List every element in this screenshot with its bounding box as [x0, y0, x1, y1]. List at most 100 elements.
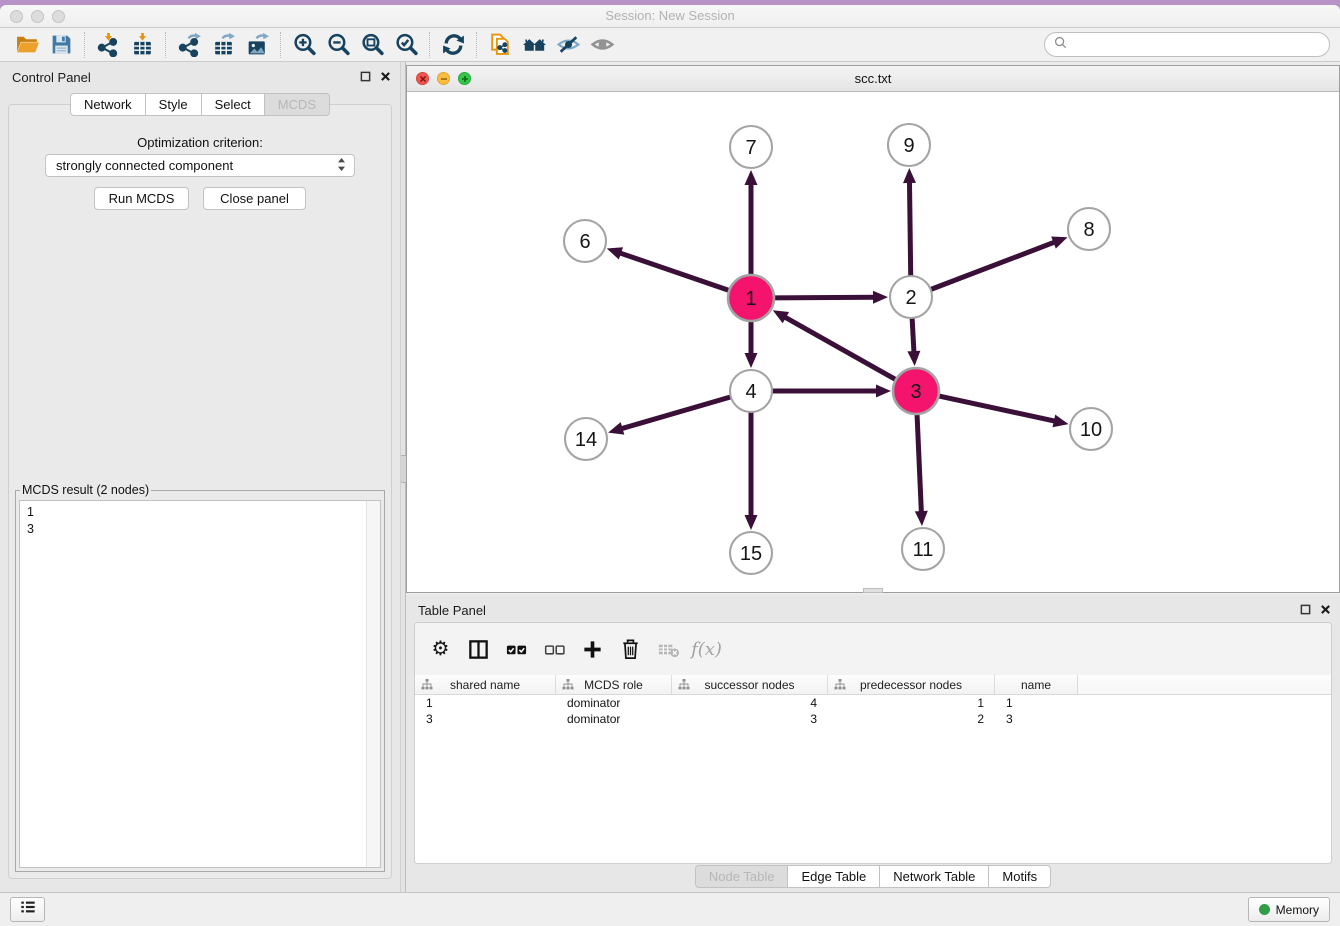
graph-edge-1-2[interactable]	[774, 297, 875, 298]
table-cell[interactable]: 4	[672, 696, 828, 710]
zoom-in-icon[interactable]	[287, 31, 321, 59]
result-scrollbar[interactable]	[366, 501, 380, 867]
export-network-icon[interactable]	[172, 31, 206, 59]
open-session-icon[interactable]	[10, 31, 44, 59]
edge-arrowhead	[1051, 236, 1067, 248]
mcds-result-group: MCDS result (2 nodes) 13	[15, 483, 385, 872]
network-overview-icon[interactable]	[517, 31, 551, 59]
minimize-network-button[interactable]	[437, 72, 450, 85]
minimize-window-button[interactable]	[31, 10, 44, 23]
toggle-columns-icon[interactable]	[465, 636, 492, 663]
criterion-value: strongly connected component	[56, 158, 337, 173]
graph-edge-2-8[interactable]	[931, 242, 1056, 290]
select-all-rows-icon[interactable]	[503, 636, 530, 663]
delete-table-icon	[655, 636, 682, 663]
table-cell[interactable]: 1	[828, 696, 995, 710]
graph-edge-2-9[interactable]	[909, 181, 910, 276]
column-header-predecessor-nodes[interactable]: predecessor nodes	[828, 675, 995, 694]
close-network-button[interactable]	[416, 72, 429, 85]
tab-node-table[interactable]: Node Table	[695, 865, 789, 888]
column-header-shared-name[interactable]: shared name	[415, 675, 556, 694]
close-panel-button[interactable]: Close panel	[203, 187, 306, 210]
node-table: shared nameMCDS rolesuccessor nodesprede…	[415, 675, 1331, 863]
zoom-selected-icon[interactable]	[389, 31, 423, 59]
memory-button[interactable]: Memory	[1248, 897, 1330, 922]
zoom-window-button[interactable]	[52, 10, 65, 23]
table-toolbar: ⚙ f(x)	[415, 623, 1331, 675]
close-table-panel-icon[interactable]	[1319, 603, 1331, 615]
graph-edge-4-14[interactable]	[621, 397, 731, 429]
tab-edge-table[interactable]: Edge Table	[788, 865, 880, 888]
deselect-all-rows-icon[interactable]	[541, 636, 568, 663]
export-table-icon[interactable]	[206, 31, 240, 59]
network-titlebar: scc.txt	[407, 66, 1339, 92]
toolbar-separator	[280, 32, 281, 58]
graph-edge-1-6[interactable]	[619, 253, 729, 291]
edge-arrowhead	[903, 168, 916, 183]
horizontal-splitter-handle[interactable]	[863, 588, 883, 593]
table-row[interactable]: 3dominator323	[415, 711, 1331, 727]
edge-arrowhead	[745, 515, 758, 530]
window-controls	[10, 10, 65, 23]
table-cell[interactable]: dominator	[556, 712, 672, 726]
mcds-result-title: MCDS result (2 nodes)	[20, 483, 151, 497]
refresh-layout-icon[interactable]	[436, 31, 470, 59]
toolbar-separator	[165, 32, 166, 58]
import-network-icon[interactable]	[91, 31, 125, 59]
column-header-name[interactable]: name	[995, 675, 1078, 694]
table-cell[interactable]: 3	[995, 712, 1078, 726]
graph-edge-3-11[interactable]	[917, 414, 921, 513]
close-panel-icon[interactable]	[379, 70, 391, 82]
node-label-6: 6	[579, 231, 590, 253]
tab-motifs[interactable]: Motifs	[989, 865, 1051, 888]
table-cell[interactable]: dominator	[556, 696, 672, 710]
import-table-icon[interactable]	[125, 31, 159, 59]
save-session-icon[interactable]	[44, 31, 78, 59]
table-header-row: shared nameMCDS rolesuccessor nodesprede…	[415, 675, 1331, 695]
toolbar-icons	[10, 31, 619, 59]
close-window-button[interactable]	[10, 10, 23, 23]
network-canvas[interactable]: 7968124314101511	[407, 92, 1339, 592]
hide-selected-icon[interactable]	[551, 31, 585, 59]
graph[interactable]: 7968124314101511	[407, 92, 1339, 592]
delete-column-icon[interactable]	[617, 636, 644, 663]
edge-arrowhead	[745, 353, 758, 368]
graph-edge-3-10[interactable]	[938, 396, 1055, 421]
mcds-result-list[interactable]: 13	[19, 500, 381, 868]
table-cell[interactable]: 1	[415, 696, 556, 710]
mcds-panel: Optimization criterion: strongly connect…	[8, 104, 392, 879]
tab-select[interactable]: Select	[202, 93, 265, 116]
graph-edge-3-1[interactable]	[784, 317, 896, 380]
tab-network-table[interactable]: Network Table	[880, 865, 989, 888]
search-box[interactable]	[1044, 32, 1330, 57]
tab-network[interactable]: Network	[70, 93, 146, 116]
new-network-from-selection-icon[interactable]	[483, 31, 517, 59]
table-row[interactable]: 1dominator411	[415, 695, 1331, 711]
zoom-fit-icon[interactable]	[355, 31, 389, 59]
table-settings-icon[interactable]: ⚙	[427, 636, 454, 663]
header-filler	[1078, 675, 1331, 694]
node-label-11: 11	[913, 539, 934, 561]
float-panel-icon[interactable]	[359, 70, 371, 82]
graph-edge-2-3[interactable]	[912, 318, 914, 353]
search-input[interactable]	[1072, 37, 1320, 53]
column-header-MCDS-role[interactable]: MCDS role	[556, 675, 672, 694]
select-chevrons-icon	[337, 157, 346, 175]
maximize-network-button[interactable]	[458, 72, 471, 85]
criterion-select[interactable]: strongly connected component	[45, 154, 355, 177]
task-history-button[interactable]	[10, 897, 45, 922]
table-cell[interactable]: 1	[995, 696, 1078, 710]
export-image-icon[interactable]	[240, 31, 274, 59]
edge-arrowhead	[876, 385, 891, 398]
table-cell[interactable]: 3	[415, 712, 556, 726]
table-cell[interactable]: 3	[672, 712, 828, 726]
column-header-successor-nodes[interactable]: successor nodes	[672, 675, 828, 694]
add-column-icon[interactable]	[579, 636, 606, 663]
function-builder-icon: f(x)	[693, 636, 720, 663]
run-mcds-button[interactable]: Run MCDS	[94, 187, 189, 210]
float-table-panel-icon[interactable]	[1299, 603, 1311, 615]
zoom-out-icon[interactable]	[321, 31, 355, 59]
table-cell[interactable]: 2	[828, 712, 995, 726]
tab-mcds[interactable]: MCDS	[265, 93, 330, 116]
tab-style[interactable]: Style	[146, 93, 202, 116]
